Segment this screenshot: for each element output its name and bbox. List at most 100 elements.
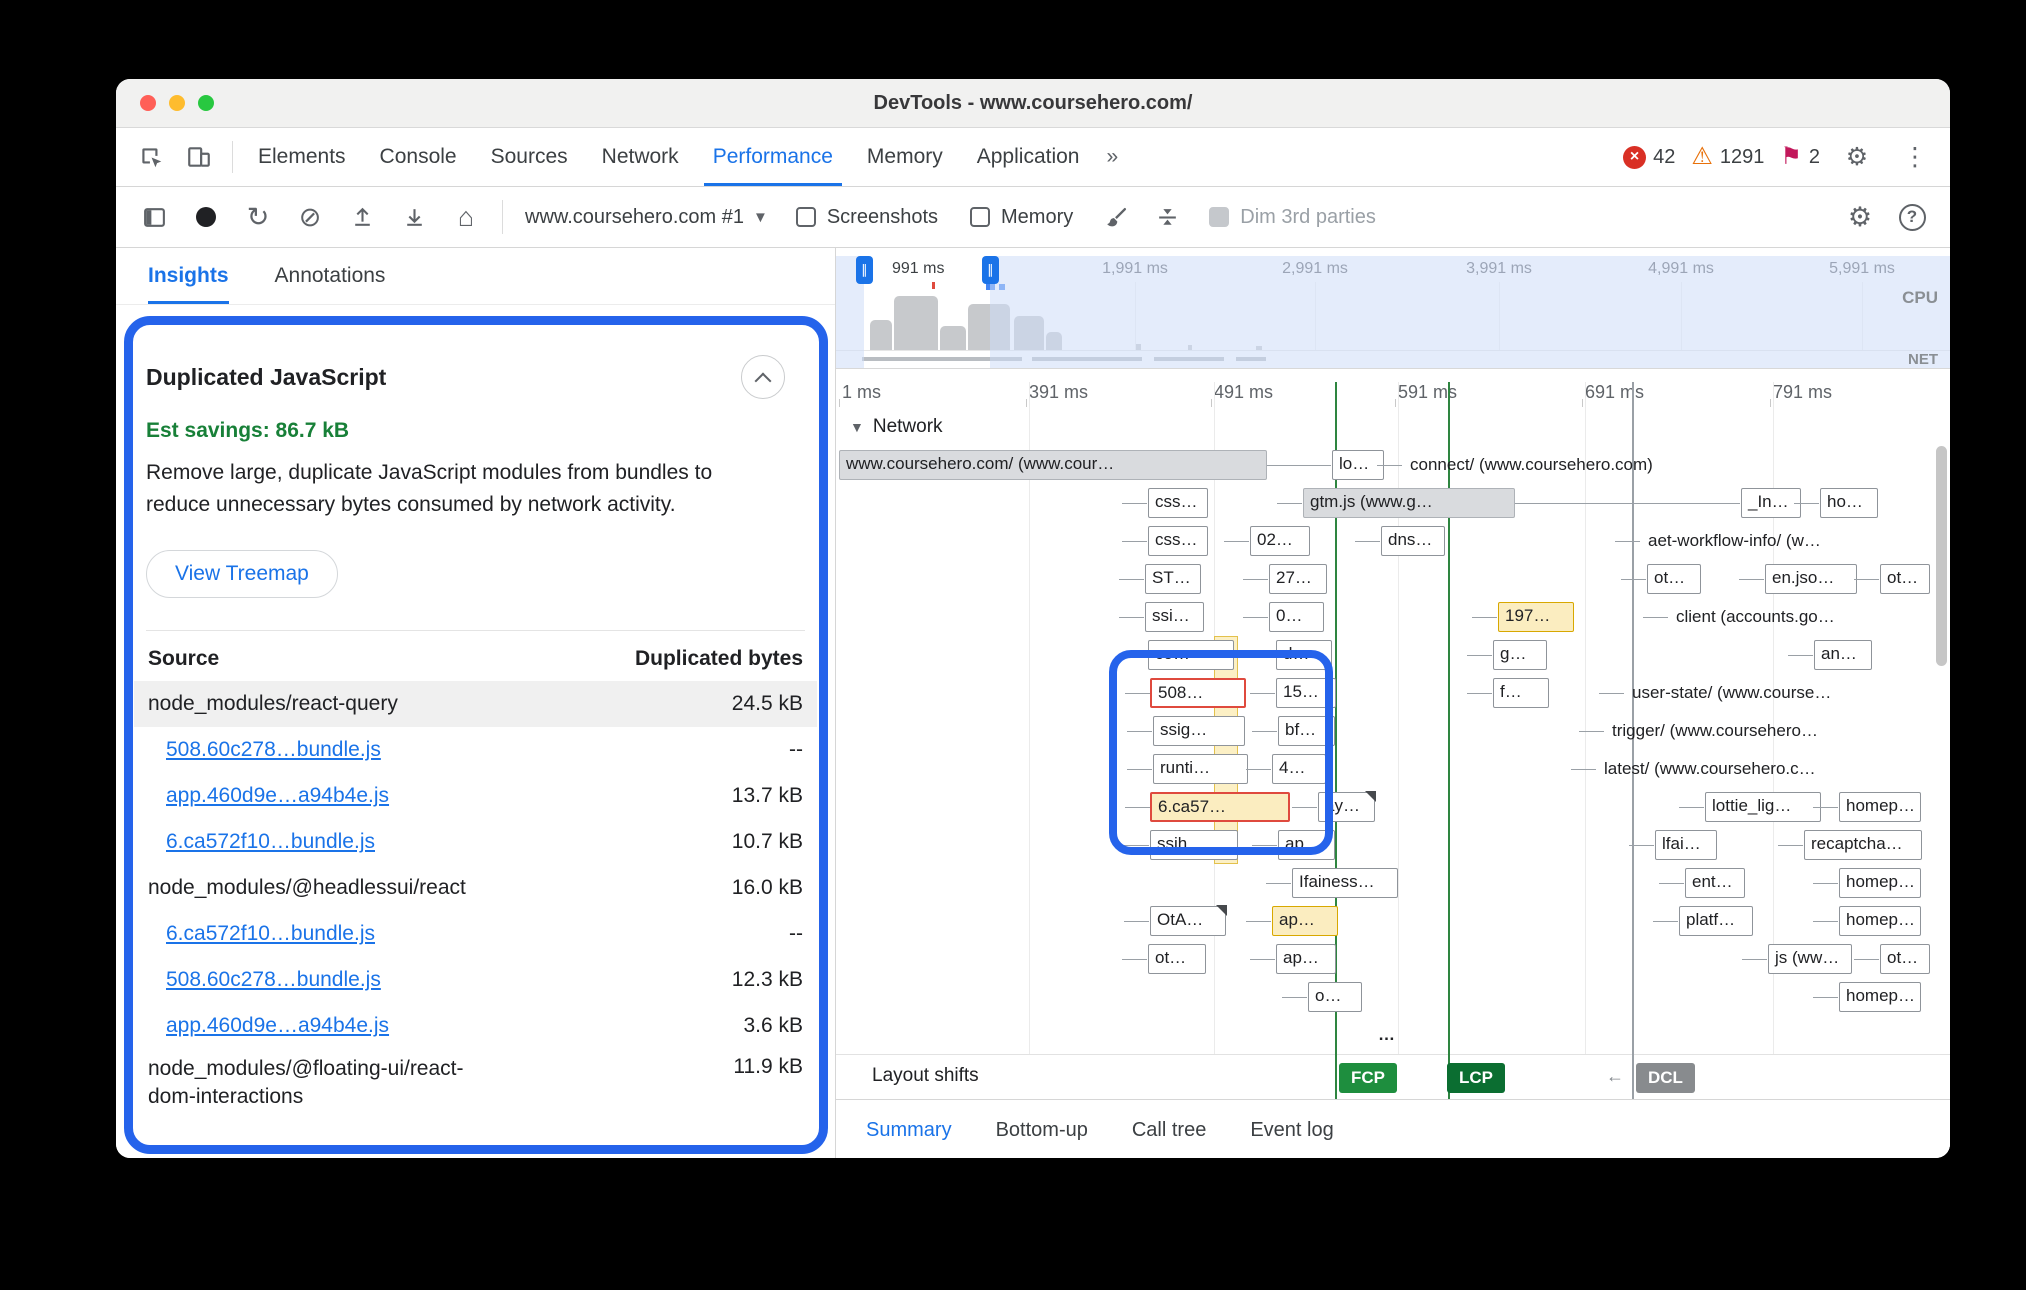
view-treemap-button[interactable]: View Treemap	[146, 550, 338, 598]
bottom-tab-event-log[interactable]: Event log	[1228, 1100, 1355, 1158]
network-request[interactable]: ho…	[1820, 488, 1878, 518]
network-request[interactable]: ap…	[1276, 944, 1336, 974]
network-request[interactable]: client (accounts.go…	[1670, 602, 1841, 632]
tab-application[interactable]: Application	[960, 128, 1097, 186]
tab-console[interactable]: Console	[363, 128, 474, 186]
upload-profile-icon[interactable]	[340, 195, 384, 239]
network-request[interactable]: 6.ca57…	[1150, 792, 1290, 822]
source-file-link[interactable]: app.460d9e…a94b4e.js	[166, 784, 389, 808]
network-request[interactable]: d…	[1276, 640, 1332, 670]
source-file-link[interactable]: 6.ca572f10…bundle.js	[166, 830, 375, 854]
network-request[interactable]: connect/ (www.coursehero.com)	[1404, 450, 1659, 480]
network-request[interactable]: ot…	[1148, 944, 1206, 974]
zoom-button[interactable]	[198, 95, 214, 111]
tab-network[interactable]: Network	[585, 128, 696, 186]
network-request[interactable]: f…	[1493, 678, 1549, 708]
network-request[interactable]: aet-workflow-info/ (w…	[1642, 526, 1827, 556]
network-request[interactable]: co…	[1148, 640, 1234, 670]
network-request[interactable]: ot…	[1880, 564, 1930, 594]
issues-count-badge[interactable]: ⚑ 2	[1780, 145, 1820, 169]
network-request[interactable]: 0…	[1269, 602, 1324, 632]
minimap-right-handle[interactable]: ∥	[982, 256, 999, 284]
network-request[interactable]: gtm.js (www.g…	[1303, 488, 1515, 518]
network-request[interactable]: ot…	[1647, 564, 1701, 594]
network-request[interactable]: ssi…	[1145, 602, 1204, 632]
inspect-icon[interactable]	[130, 136, 172, 178]
table-row[interactable]: node_modules/@headlessui/react16.0 kB	[134, 865, 817, 911]
network-request[interactable]: an…	[1814, 640, 1872, 670]
network-request[interactable]: latest/ (www.coursehero.c…	[1598, 754, 1822, 784]
network-request[interactable]: user-state/ (www.course…	[1626, 678, 1837, 708]
network-request[interactable]: trigger/ (www.coursehero…	[1606, 716, 1824, 746]
network-section-header[interactable]: ▼ Network	[836, 410, 1950, 444]
network-request[interactable]: lfai…	[1655, 830, 1717, 860]
source-file-link[interactable]: app.460d9e…a94b4e.js	[166, 1014, 389, 1038]
device-toolbar-icon[interactable]	[178, 136, 220, 178]
network-request[interactable]: ap…	[1278, 830, 1335, 860]
source-file-link[interactable]: 6.ca572f10…bundle.js	[166, 922, 375, 946]
table-row[interactable]: 6.ca572f10…bundle.js10.7 kB	[134, 819, 817, 865]
vertical-scrollbar-thumb[interactable]	[1936, 446, 1947, 666]
network-request[interactable]: homep…	[1839, 982, 1921, 1012]
kebab-menu-icon[interactable]: ⋮	[1894, 136, 1936, 178]
source-file-link[interactable]: 508.60c278…bundle.js	[166, 968, 381, 992]
table-row[interactable]: 6.ca572f10…bundle.js--	[134, 911, 817, 957]
network-request[interactable]: g…	[1493, 640, 1547, 670]
network-request[interactable]: bf…	[1278, 716, 1335, 746]
table-row[interactable]: app.460d9e…a94b4e.js3.6 kB	[134, 1003, 817, 1049]
collapse-card-button[interactable]	[741, 355, 785, 399]
table-row[interactable]: node_modules/@floating-ui/react-dom-inte…	[134, 1049, 817, 1112]
warning-count-badge[interactable]: ⚠ 1291	[1691, 145, 1764, 169]
network-request[interactable]: css…	[1148, 488, 1208, 518]
tab-memory[interactable]: Memory	[850, 128, 960, 186]
network-request[interactable]: recaptcha…	[1804, 830, 1922, 860]
close-button[interactable]	[140, 95, 156, 111]
network-request[interactable]: 27…	[1269, 564, 1327, 594]
network-request[interactable]: ot…	[1880, 944, 1930, 974]
network-request[interactable]: …	[1372, 1020, 1404, 1050]
record-button[interactable]	[184, 195, 228, 239]
tab-performance[interactable]: Performance	[696, 128, 850, 186]
table-row[interactable]: app.460d9e…a94b4e.js13.7 kB	[134, 773, 817, 819]
timeline-minimap[interactable]: 991 ms 1,991 ms2,991 ms3,991 ms4,991 ms5…	[836, 256, 1950, 369]
help-button[interactable]: ?	[1890, 195, 1934, 239]
network-request[interactable]: homep…	[1839, 868, 1921, 898]
bottom-tab-bottom-up[interactable]: Bottom-up	[974, 1100, 1110, 1158]
panel-tab-annotations[interactable]: Annotations	[275, 248, 386, 304]
minimap-left-handle[interactable]: ∥	[856, 256, 873, 284]
reload-and-record-button[interactable]: ↻	[236, 195, 280, 239]
dim-3rd-parties-checkbox[interactable]: Dim 3rd parties	[1209, 206, 1376, 229]
settings-gear-icon[interactable]: ⚙	[1836, 136, 1878, 178]
minimize-button[interactable]	[169, 95, 185, 111]
tab-elements[interactable]: Elements	[241, 128, 363, 186]
network-request[interactable]: 4…	[1272, 754, 1326, 784]
more-tabs-icon[interactable]: »	[1096, 128, 1128, 186]
toggle-sidebar-icon[interactable]	[132, 195, 176, 239]
network-request[interactable]: 508…	[1150, 678, 1246, 708]
table-row[interactable]: 508.60c278…bundle.js12.3 kB	[134, 957, 817, 1003]
network-request[interactable]: en.jso…	[1765, 564, 1857, 594]
network-request[interactable]: homep…	[1839, 906, 1921, 936]
network-request[interactable]: OtA…	[1150, 906, 1226, 936]
home-icon[interactable]: ⌂	[444, 195, 488, 239]
network-request[interactable]: o…	[1308, 982, 1362, 1012]
bottom-tab-summary[interactable]: Summary	[844, 1100, 974, 1158]
collapse-icon[interactable]	[1145, 195, 1189, 239]
network-request[interactable]: 02…	[1250, 526, 1310, 556]
network-request[interactable]: ST…	[1145, 564, 1201, 594]
network-request[interactable]: _In…	[1741, 488, 1801, 518]
network-request[interactable]: ap…	[1272, 906, 1338, 936]
network-request[interactable]: dns…	[1381, 526, 1445, 556]
network-request[interactable]: ent…	[1685, 868, 1745, 898]
network-request[interactable]: js (ww…	[1768, 944, 1852, 974]
network-request[interactable]: ay…	[1318, 792, 1375, 822]
download-profile-icon[interactable]	[392, 195, 436, 239]
network-request[interactable]: lottie_lig…	[1705, 792, 1821, 822]
target-select[interactable]: www.coursehero.com #1 ▼	[517, 206, 776, 229]
network-request[interactable]: homep…	[1839, 792, 1921, 822]
network-request[interactable]: runti…	[1153, 754, 1248, 784]
bottom-tab-call-tree[interactable]: Call tree	[1110, 1100, 1228, 1158]
table-row[interactable]: node_modules/react-query24.5 kB	[134, 681, 817, 727]
network-request[interactable]: 15…	[1276, 678, 1336, 708]
memory-checkbox[interactable]: Memory	[970, 206, 1073, 229]
